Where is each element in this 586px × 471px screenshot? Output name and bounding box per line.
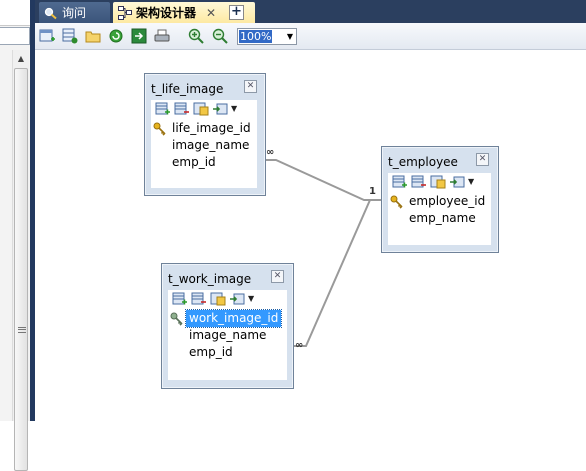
close-icon[interactable]: ✕ [244,80,257,93]
key-icon [153,122,167,136]
remove-field-icon[interactable] [174,102,190,116]
field-name-selected[interactable]: work_image_id [184,309,283,328]
add-field-icon[interactable] [155,102,171,116]
field-name[interactable]: emp_name [406,210,479,227]
scroll-grip-icon [18,327,26,333]
tab-query[interactable]: 询问 [39,2,110,23]
chevron-down-icon[interactable]: ▼ [231,102,239,116]
index-icon[interactable] [193,102,209,116]
relation-icon[interactable] [449,175,465,189]
export-icon[interactable] [131,28,147,44]
relation-many-marker: ∞ [295,340,304,351]
tab-query-label: 询问 [62,6,87,20]
scroll-up-arrow-icon[interactable]: ▲ [13,52,29,66]
field-name[interactable]: employee_id [406,193,488,210]
left-panel-header [0,0,30,26]
toolbar: 100% ▼ [35,23,586,50]
vertical-scrollbar[interactable]: ▲ [12,50,29,471]
schema-icon [118,5,132,20]
refresh-icon[interactable] [108,28,124,44]
query-icon [44,6,58,20]
table-card[interactable]: t_life_image ✕ ▼ life_image_id image_nam… [144,73,266,196]
new-tab-button[interactable]: + [229,5,244,20]
close-icon[interactable]: ✕ [476,153,489,166]
zoom-out-icon[interactable] [212,28,228,44]
field-name[interactable]: image_name [169,137,252,154]
new-table-icon[interactable] [39,28,55,44]
scroll-thumb[interactable] [14,68,28,471]
index-icon[interactable] [210,292,226,306]
relation-one-marker: 1 [369,186,376,197]
open-folder-icon[interactable] [85,28,101,44]
relation-many-marker: ∞ [266,147,275,158]
tab-bar: 询问 架构设计器 ✕ + [35,0,586,23]
left-panel-field[interactable] [0,27,30,45]
index-icon[interactable] [430,175,446,189]
table-title: t_life_image [151,82,224,96]
table-card[interactable]: t_employee ✕ ▼ employee_id emp_name [381,146,499,253]
chevron-down-icon: ▼ [286,32,293,41]
add-field-icon[interactable] [392,175,408,189]
close-icon[interactable]: ✕ [206,6,216,20]
close-icon[interactable]: ✕ [271,270,284,283]
table-fields-panel: ▼ life_image_id image_name emp_id [151,100,257,188]
relation-icon[interactable] [229,292,245,306]
zoom-in-icon[interactable] [188,28,204,44]
add-field-icon[interactable] [172,292,188,306]
field-name[interactable]: emp_id [186,344,236,361]
table-card[interactable]: t_work_image ✕ ▼ work_image_id image_nam… [161,263,294,389]
remove-field-icon[interactable] [191,292,207,306]
table-title: t_work_image [168,272,252,286]
field-name[interactable]: emp_id [169,154,219,171]
zoom-level-select[interactable]: 100% ▼ [237,28,297,45]
tab-schema-designer-label: 架构设计器 [136,6,197,20]
table-toolbar: ▼ [392,175,476,189]
table-fields-panel: ▼ employee_id emp_name [388,173,491,245]
chevron-down-icon[interactable]: ▼ [248,292,256,306]
key-icon [390,195,404,209]
table-fields-panel: ▼ work_image_id image_name emp_id [168,290,287,380]
print-icon[interactable] [154,28,170,44]
table-toolbar: ▼ [155,102,239,116]
relation-icon[interactable] [212,102,228,116]
design-canvas[interactable] [35,51,586,421]
zoom-level-value: 100% [239,30,273,43]
left-panel: ▲ [0,0,33,471]
field-name[interactable]: image_name [186,327,269,344]
remove-field-icon[interactable] [411,175,427,189]
table-toolbar: ▼ [172,292,256,306]
key-icon [170,312,184,326]
field-name[interactable]: life_image_id [169,120,254,137]
chevron-down-icon[interactable]: ▼ [468,175,476,189]
table-title: t_employee [388,155,458,169]
add-table-icon[interactable] [62,28,78,44]
